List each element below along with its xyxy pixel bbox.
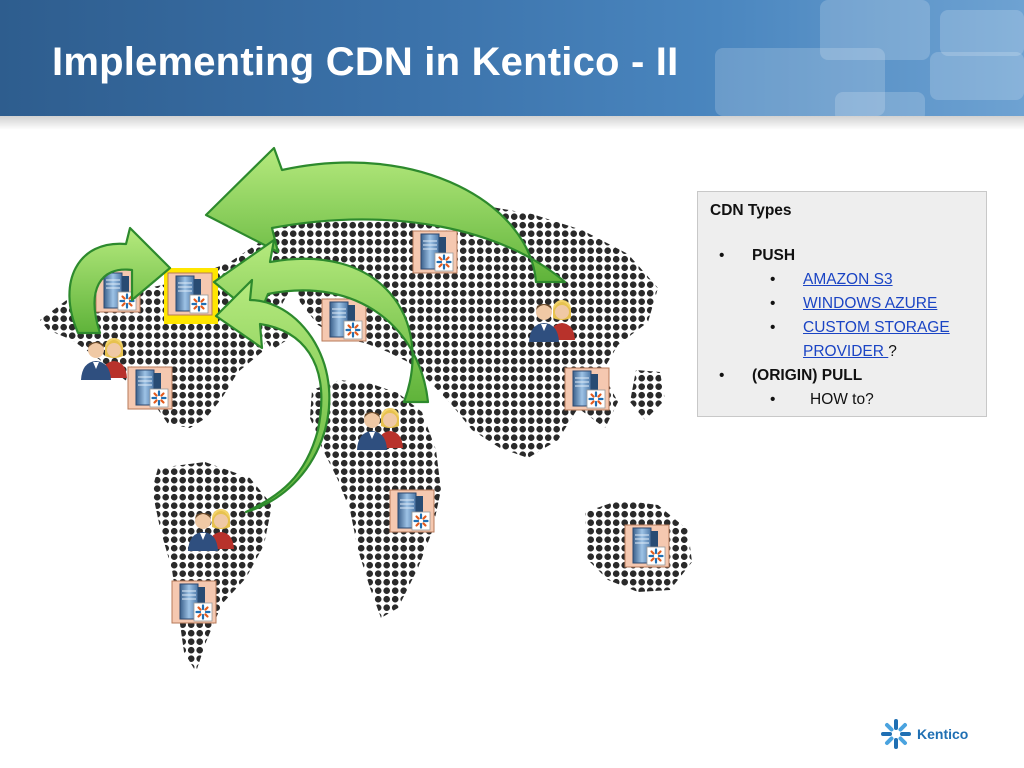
question-suffix: ?: [888, 343, 897, 360]
server-icon: [411, 229, 459, 275]
kentico-logo: Kentico: [880, 718, 968, 750]
amazon-s3-link[interactable]: AMAZON S3: [803, 271, 893, 288]
pull-label: (ORIGIN) PULL: [752, 367, 863, 384]
windows-azure-link[interactable]: WINDOWS AZURE: [803, 295, 937, 312]
server-icon: [388, 488, 436, 534]
pull-item: (ORIGIN) PULL: [710, 364, 974, 388]
header-shadow: [0, 116, 1024, 130]
server-icon: [170, 579, 218, 625]
cdn-types-box: CDN Types PUSH AMAZON S3 WINDOWS AZURE C…: [697, 191, 987, 417]
cdn-types-list: PUSH AMAZON S3 WINDOWS AZURE CUSTOM STOR…: [710, 244, 974, 412]
push-option-azure: WINDOWS AZURE: [710, 292, 974, 316]
title-bar: Implementing CDN in Kentico - II: [0, 0, 1024, 116]
server-icon: [563, 366, 611, 412]
cdn-types-heading: CDN Types: [710, 202, 792, 219]
push-option-custom: CUSTOM STORAGE PROVIDER ?: [710, 316, 974, 364]
how-to-text: HOW to?: [810, 391, 874, 408]
kentico-flower-icon: [881, 719, 911, 749]
server-icon: [320, 297, 368, 343]
push-option-amazon: AMAZON S3: [710, 268, 974, 292]
pull-option-howto: HOW to?: [710, 388, 974, 412]
slide-title: Implementing CDN in Kentico - II: [52, 40, 679, 84]
server-icon: [126, 365, 174, 411]
cdn-world-diagram: [40, 146, 692, 672]
push-label: PUSH: [752, 247, 796, 264]
server-icon-origin: [166, 271, 214, 317]
push-item: PUSH: [710, 244, 974, 268]
server-icon: [623, 523, 671, 569]
custom-storage-provider-link[interactable]: CUSTOM STORAGE PROVIDER: [803, 319, 950, 360]
kentico-logo-text: Kentico: [917, 726, 969, 742]
